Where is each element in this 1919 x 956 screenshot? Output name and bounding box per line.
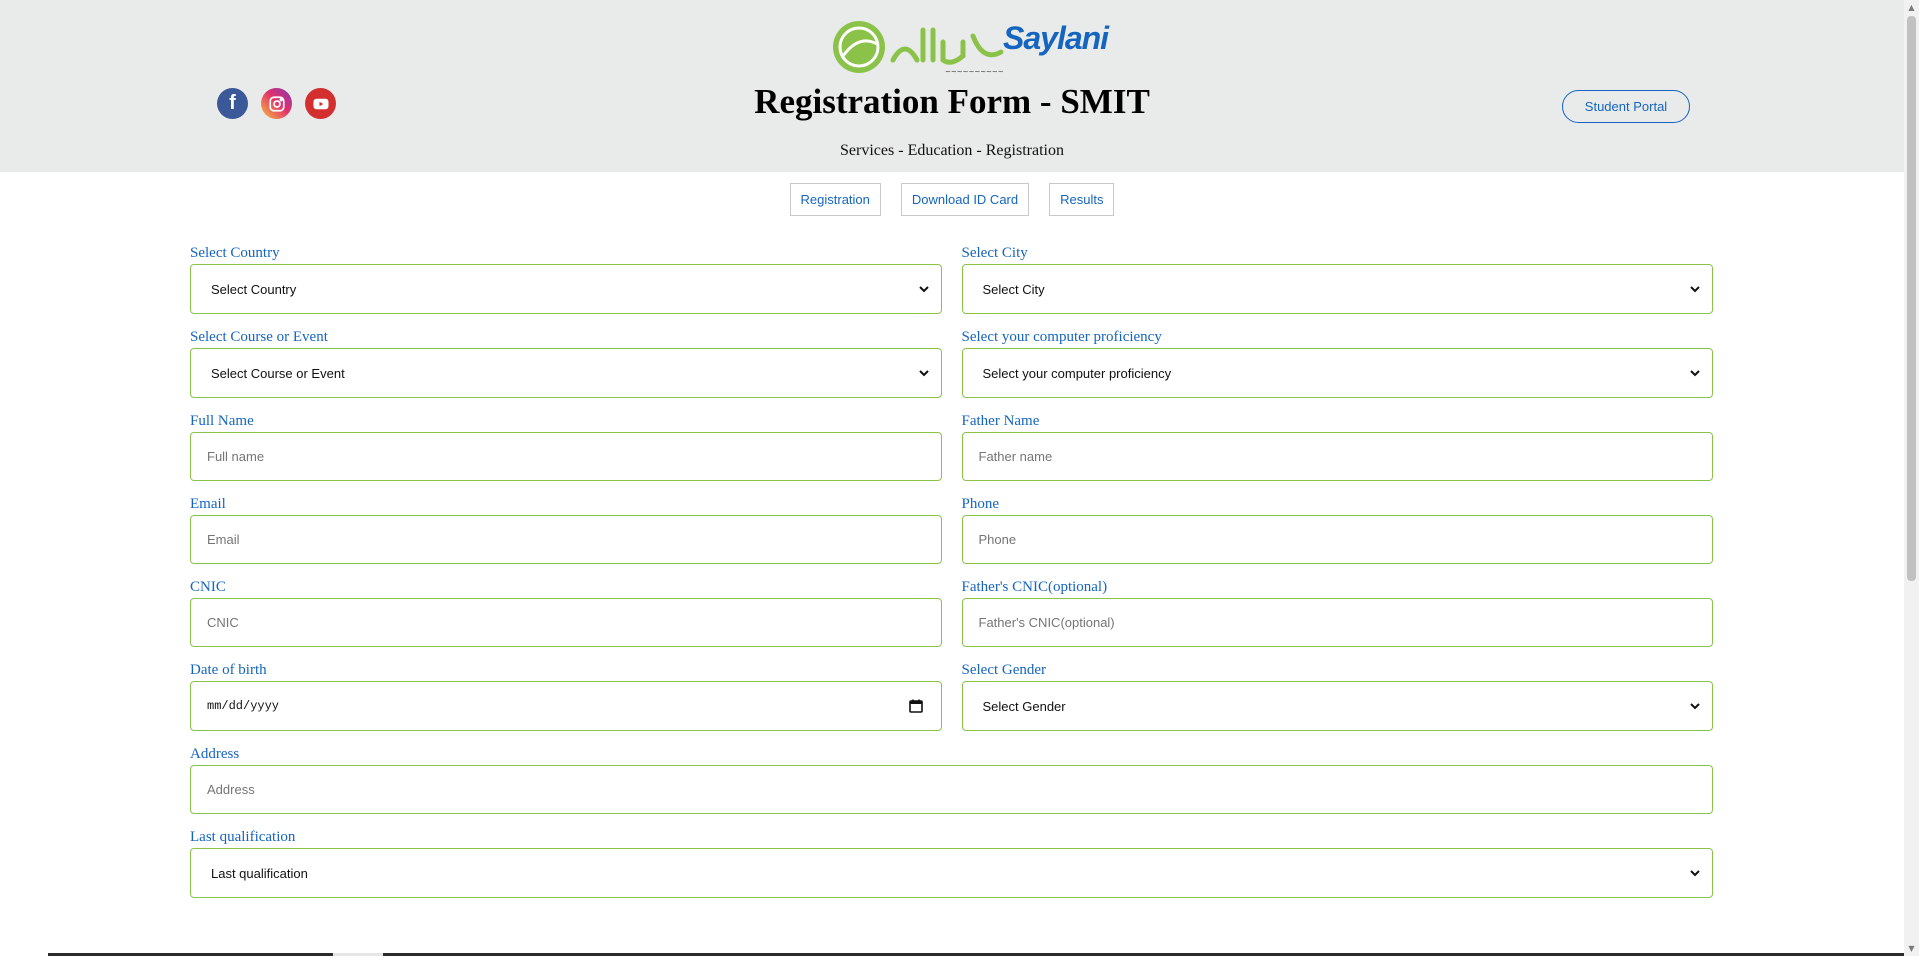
dob-date-input[interactable]: mm/dd/yyyy <box>190 681 942 731</box>
course-label: Select Course or Event <box>190 329 328 345</box>
vertical-scrollbar[interactable]: ▲ ▼ <box>1904 0 1919 956</box>
student-portal-button[interactable]: Student Portal <box>1562 90 1690 123</box>
qualification-select[interactable]: Last qualification <box>190 848 1713 898</box>
father-name-label: Father Name <box>961 413 1040 429</box>
cnic-placeholder: CNIC <box>207 615 239 630</box>
phone-label: Phone <box>961 496 1000 512</box>
father-cnic-placeholder: Father's CNIC(optional) <box>978 615 1115 630</box>
nav-download-id-card-button[interactable]: Download ID Card <box>900 183 1030 216</box>
address-placeholder: Address <box>207 782 255 797</box>
scroll-down-arrow-icon[interactable]: ▼ <box>1904 941 1919 956</box>
father-cnic-input[interactable]: Father's CNIC(optional) <box>961 598 1713 647</box>
registration-form: Select Country Select Country Select Cit… <box>190 243 1713 911</box>
email-input[interactable]: Email <box>190 515 942 564</box>
email-label: Email <box>190 496 226 512</box>
chevron-down-icon <box>1690 370 1700 377</box>
email-placeholder: Email <box>207 532 240 547</box>
country-select[interactable]: Select Country <box>190 264 942 314</box>
address-label: Address <box>190 746 240 762</box>
course-select-value: Select Course or Event <box>211 365 345 381</box>
chevron-down-icon <box>918 370 929 377</box>
scrollbar-thumb[interactable] <box>1907 16 1916 581</box>
gender-label: Select Gender <box>961 662 1047 678</box>
proficiency-select-value: Select your computer proficiency <box>982 365 1172 381</box>
dob-value: mm/dd/yyyy <box>207 699 280 713</box>
scroll-up-arrow-icon[interactable]: ▲ <box>1904 0 1919 15</box>
nav-registration-button[interactable]: Registration <box>789 183 881 216</box>
gender-select-value: Select Gender <box>982 698 1066 714</box>
qualification-select-value: Last qualification <box>211 865 308 881</box>
svg-text:~~~~~~~~~~: ~~~~~~~~~~ <box>945 68 1004 76</box>
nav-bar: Registration Download ID Card Results <box>0 183 1904 216</box>
qualification-label: Last qualification <box>190 829 296 845</box>
nav-results-button[interactable]: Results <box>1049 183 1115 216</box>
proficiency-label: Select your computer proficiency <box>961 329 1162 345</box>
country-select-value: Select Country <box>211 281 297 297</box>
logo-text: Saylani <box>1003 20 1109 56</box>
chevron-down-icon <box>1690 703 1700 710</box>
phone-input[interactable]: Phone <box>961 515 1713 564</box>
cnic-label: CNIC <box>190 579 226 595</box>
header: f ~~~~~~~~~~ Saylani Registration Form -… <box>0 0 1904 172</box>
full-name-label: Full Name <box>190 413 254 429</box>
proficiency-select[interactable]: Select your computer proficiency <box>961 348 1713 398</box>
page-subtitle: Services - Education - Registration <box>840 142 1064 159</box>
city-label: Select City <box>961 245 1028 261</box>
address-input[interactable]: Address <box>190 765 1713 814</box>
full-name-placeholder: Full name <box>207 449 265 464</box>
country-label: Select Country <box>190 245 280 261</box>
father-name-input[interactable]: Father name <box>961 432 1713 481</box>
full-name-input[interactable]: Full name <box>190 432 942 481</box>
dob-label: Date of birth <box>190 662 267 678</box>
chevron-down-icon <box>1690 870 1700 877</box>
father-cnic-label: Father's CNIC(optional) <box>961 579 1108 595</box>
chevron-down-icon <box>918 286 929 293</box>
city-select[interactable]: Select City <box>961 264 1713 314</box>
course-select[interactable]: Select Course or Event <box>190 348 942 398</box>
calendar-icon[interactable] <box>908 699 923 713</box>
cnic-input[interactable]: CNIC <box>190 598 942 647</box>
phone-placeholder: Phone <box>978 532 1017 547</box>
gender-select[interactable]: Select Gender <box>961 681 1713 731</box>
chevron-down-icon <box>1690 286 1700 293</box>
city-select-value: Select City <box>982 281 1045 297</box>
father-name-placeholder: Father name <box>978 449 1053 464</box>
